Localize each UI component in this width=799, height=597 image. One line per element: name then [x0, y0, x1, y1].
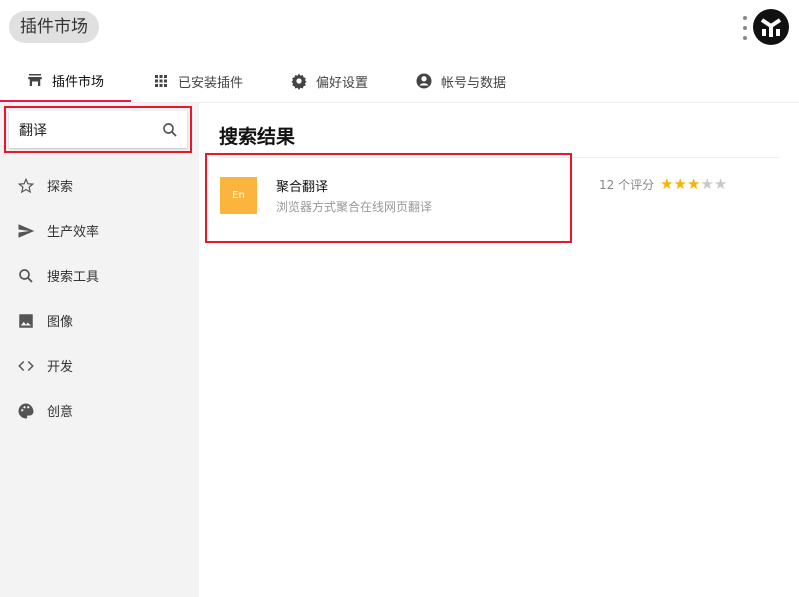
tab-account[interactable]: 帐号与数据 [415, 60, 506, 102]
plugin-description: 浏览器方式聚合在线网页翻译 [276, 200, 433, 214]
main-content: 搜索结果 En 聚合翻译 浏览器方式聚合在线网页翻译 12 个评分 ★★★★★ [205, 103, 779, 243]
sidebar-item-development[interactable]: 开发 [0, 343, 199, 388]
translate-plugin-icon: En [220, 177, 257, 214]
tab-label: 插件市场 [52, 74, 105, 90]
sidebar-item-label: 图像 [47, 315, 74, 330]
palette-icon [18, 403, 34, 418]
search-input[interactable]: 翻译 [19, 120, 47, 140]
sidebar-item-label: 创意 [47, 405, 74, 420]
sidebar-item-label: 搜索工具 [47, 270, 100, 285]
tab-installed[interactable]: 已安装插件 [152, 60, 243, 102]
sidebar-item-search-tools[interactable]: 搜索工具 [0, 253, 199, 298]
sidebar-item-label: 开发 [47, 360, 74, 375]
search-icon[interactable] [161, 121, 179, 139]
sidebar-item-explore[interactable]: 探索 [0, 163, 199, 208]
plugin-rating: 12 个评分 ★★★★★ [599, 176, 727, 193]
app-title: 插件市场 [9, 11, 99, 43]
result-card[interactable]: En 聚合翻译 浏览器方式聚合在线网页翻译 [205, 153, 572, 243]
rating-count: 12 个评分 [599, 178, 655, 192]
sidebar-item-creative[interactable]: 创意 [0, 388, 199, 433]
star-empty-icon: ★ [713, 175, 728, 193]
send-icon [18, 223, 35, 238]
star-filled-icon: ★ [687, 175, 701, 193]
rating-stars: ★★★★★ [660, 177, 727, 192]
sidebar-item-label: 探索 [47, 180, 74, 195]
sidebar-item-productivity[interactable]: 生产效率 [0, 208, 199, 253]
sidebar-item-images[interactable]: 图像 [0, 298, 199, 343]
tab-label: 帐号与数据 [441, 75, 507, 91]
store-icon [28, 74, 42, 86]
app-logo [753, 9, 789, 45]
plugin-name: 聚合翻译 [276, 180, 329, 195]
more-menu-icon[interactable] [742, 16, 748, 40]
account-icon [416, 73, 432, 89]
star-outline-icon [17, 177, 35, 193]
search-icon [19, 268, 33, 283]
search-field[interactable]: 翻译 [4, 106, 192, 153]
tab-plugin-market[interactable]: 插件市场 [0, 60, 131, 102]
code-icon [18, 360, 34, 371]
star-filled-icon: ★ [660, 175, 674, 193]
sidebar: 翻译 探索 生产效率 搜索工具 图像 开发 创意 [0, 103, 199, 597]
image-icon [19, 313, 33, 328]
tab-label: 偏好设置 [316, 75, 369, 91]
tab-bar: 插件市场 已安装插件 偏好设置 帐号与数据 [0, 60, 799, 103]
grid-icon [155, 75, 167, 87]
tab-preferences[interactable]: 偏好设置 [290, 60, 368, 102]
star-empty-icon: ★ [700, 175, 714, 193]
gear-icon [291, 73, 307, 90]
tab-label: 已安装插件 [178, 75, 244, 91]
star-filled-icon: ★ [673, 175, 687, 193]
page-title: 搜索结果 [219, 103, 779, 158]
sidebar-item-label: 生产效率 [47, 225, 100, 240]
